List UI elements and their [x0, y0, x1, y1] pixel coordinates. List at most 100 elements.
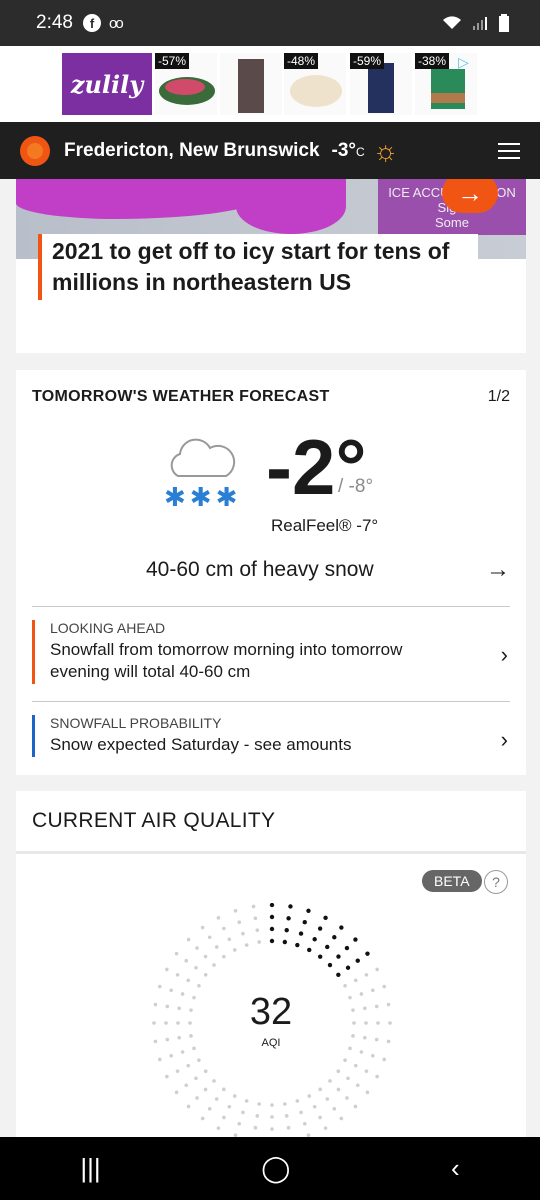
- aqi-dial-dot: [382, 1057, 387, 1062]
- aqi-dial-dot: [212, 1079, 216, 1083]
- aqi-dial-dot: [175, 1069, 180, 1073]
- menu-icon[interactable]: [498, 138, 520, 164]
- aqi-dial-dot: [232, 1094, 237, 1098]
- forecast-low-temp: / -8°: [338, 476, 374, 497]
- aqi-dial-dot: [284, 1114, 289, 1118]
- aqi-dial-dot: [323, 1126, 328, 1130]
- forecast-phrase[interactable]: 40-60 cm of heavy snow: [146, 558, 374, 582]
- recent-apps-icon[interactable]: |||: [80, 1153, 100, 1184]
- air-quality-title: CURRENT AIR QUALITY: [32, 809, 276, 832]
- aqi-dial-dot: [214, 945, 219, 949]
- ad-product[interactable]: -57%: [155, 53, 217, 115]
- voicemail-icon: oo: [108, 14, 124, 32]
- status-time: 2:48: [36, 12, 73, 33]
- aqi-dial-dot: [355, 958, 360, 963]
- discount-tag: -57%: [155, 53, 190, 69]
- aqi-dial-dot: [216, 916, 221, 920]
- aqi-dial-dot: [212, 963, 216, 967]
- chevron-right-icon[interactable]: ›: [501, 642, 508, 668]
- aqi-dial-dot: [295, 1099, 300, 1103]
- aqi-dial-dot: [343, 1058, 347, 1063]
- forecast-card[interactable]: TOMORROW'S WEATHER FORECAST 1/2 ✱✱✱ -2° …: [16, 370, 526, 775]
- snowflakes-icon: ✱✱✱: [164, 482, 242, 512]
- zulily-logo[interactable]: zulily: [62, 53, 152, 115]
- ad-product[interactable]: [220, 53, 282, 115]
- alert-snowfall-probability[interactable]: SNOWFALL PROBABILITY Snow expected Satur…: [32, 715, 510, 757]
- sun-icon: ☼: [372, 134, 399, 166]
- aqi-dial-dot: [318, 1087, 322, 1092]
- aqi-dial-dot: [197, 1058, 201, 1063]
- alert-looking-ahead[interactable]: LOOKING AHEAD Snowfall from tomorrow mor…: [32, 620, 510, 684]
- location-name[interactable]: Fredericton, New Brunswick: [64, 140, 320, 162]
- aqi-dial-dot: [227, 937, 232, 942]
- aqi-dial-dot: [174, 951, 179, 956]
- cloud-snow-icon: [170, 438, 236, 477]
- aqi-dial-dot: [203, 1069, 208, 1073]
- aqi-dial-dot: [336, 1087, 341, 1092]
- aqi-dial-dot: [232, 948, 237, 952]
- aqi-dial-dot: [255, 1114, 260, 1118]
- realfeel-temp: RealFeel® -7°: [271, 516, 379, 535]
- aqi-dial-dot: [269, 938, 275, 944]
- aqi-dial-dot: [203, 1087, 208, 1092]
- news-headline[interactable]: 2021 to get off to icy start for tens of…: [38, 234, 478, 300]
- aqi-dial-dot: [371, 1053, 375, 1058]
- aqi-dial-dot: [339, 1116, 344, 1121]
- aqi-dial-dot: [203, 954, 208, 959]
- aqi-dial-dot: [270, 1103, 274, 1107]
- aqi-dial-dot: [269, 903, 275, 908]
- temp-unit: C: [356, 144, 365, 159]
- chevron-right-icon[interactable]: ›: [501, 727, 508, 753]
- ad-product[interactable]: -59%: [350, 53, 412, 115]
- arrow-right-icon[interactable]: →: [486, 556, 510, 584]
- aqi-dial-dot: [207, 1106, 212, 1111]
- aqi-dial-dot: [298, 931, 304, 936]
- aqi-dial-dot: [244, 943, 249, 947]
- aqi-dial-dot: [195, 1096, 199, 1100]
- back-icon[interactable]: ‹: [451, 1153, 460, 1184]
- aqi-dial-dot: [317, 926, 323, 931]
- aqi-dial-dot: [186, 1063, 191, 1068]
- home-icon[interactable]: ◯: [261, 1153, 290, 1184]
- aqi-dial-dot: [257, 940, 261, 944]
- discount-tag: -48%: [284, 53, 319, 69]
- aqi-dial-dot: [364, 1069, 369, 1073]
- air-quality-card[interactable]: CURRENT AIR QUALITY BETA ? 32 AQI: [16, 791, 526, 1151]
- aqi-dial-dot: [325, 944, 330, 950]
- aqi-dial-dot: [312, 937, 317, 942]
- forecast-title: TOMORROW'S WEATHER FORECAST: [32, 388, 330, 405]
- aqi-dial-dot: [282, 939, 288, 945]
- ad-banner[interactable]: zulily -57% -48% -59% -38% ▷: [0, 46, 540, 122]
- aqi-dial-dot: [353, 1104, 358, 1109]
- aqi-dial-dot: [269, 926, 275, 932]
- aqi-dial-dot: [222, 1115, 226, 1120]
- aqi-dial-dot: [339, 925, 344, 930]
- aqi-dial-dot: [344, 945, 350, 951]
- aqi-dial-dot: [194, 1076, 198, 1081]
- discount-tag: -59%: [350, 53, 385, 69]
- aqi-dial-dot: [295, 942, 300, 948]
- news-card[interactable]: ICE ACCUMULATIONSigniSome → 2021 to get …: [16, 179, 526, 353]
- aqi-dial-dot: [214, 1097, 219, 1101]
- aqi-dial-dot: [165, 1074, 169, 1079]
- aqi-dial-dot: [299, 1110, 303, 1115]
- aqi-dial-dot: [203, 973, 208, 977]
- aqi-dial-dot: [336, 972, 341, 978]
- aqi-dial-dot: [165, 967, 169, 972]
- accuweather-logo[interactable]: [20, 135, 50, 166]
- aqi-dial-dot: [222, 926, 226, 931]
- aqi-dial-dot: [180, 1050, 185, 1054]
- aqi-dial-dot: [186, 978, 191, 983]
- ad-product[interactable]: -48%: [284, 53, 346, 115]
- facebook-icon: f: [82, 14, 101, 32]
- aqi-dial-dot: [253, 916, 258, 921]
- battery-icon: [499, 14, 509, 32]
- current-temp: -3°C: [331, 139, 365, 161]
- adchoices-icon[interactable]: ▷: [458, 54, 469, 71]
- aqi-dial-dot: [227, 1104, 232, 1109]
- aqi-dial-dot: [194, 965, 198, 970]
- aqi-dial-dot: [241, 1110, 245, 1115]
- help-icon[interactable]: ?: [484, 870, 508, 894]
- aqi-dial-dot: [255, 928, 260, 932]
- arrow-right-icon[interactable]: →: [442, 179, 498, 213]
